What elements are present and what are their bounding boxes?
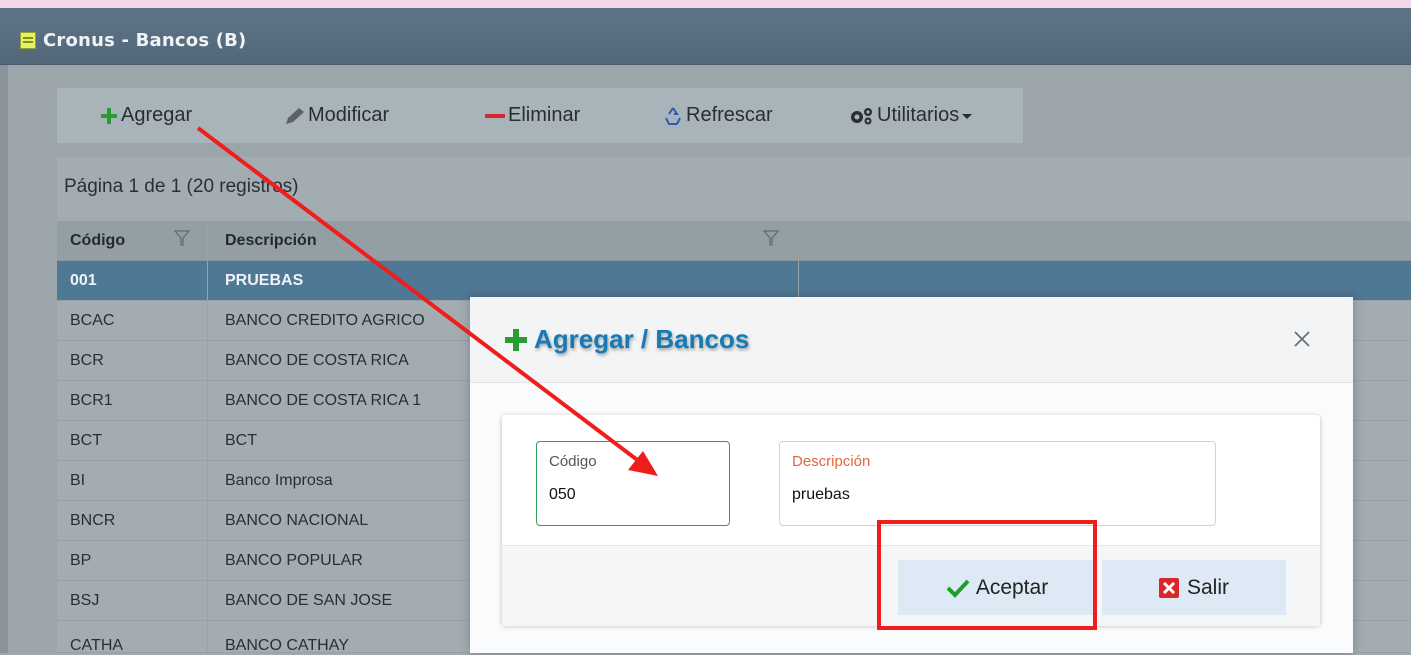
- annotation-highlight-box: [877, 520, 1097, 630]
- annotation-arrow: [196, 126, 658, 476]
